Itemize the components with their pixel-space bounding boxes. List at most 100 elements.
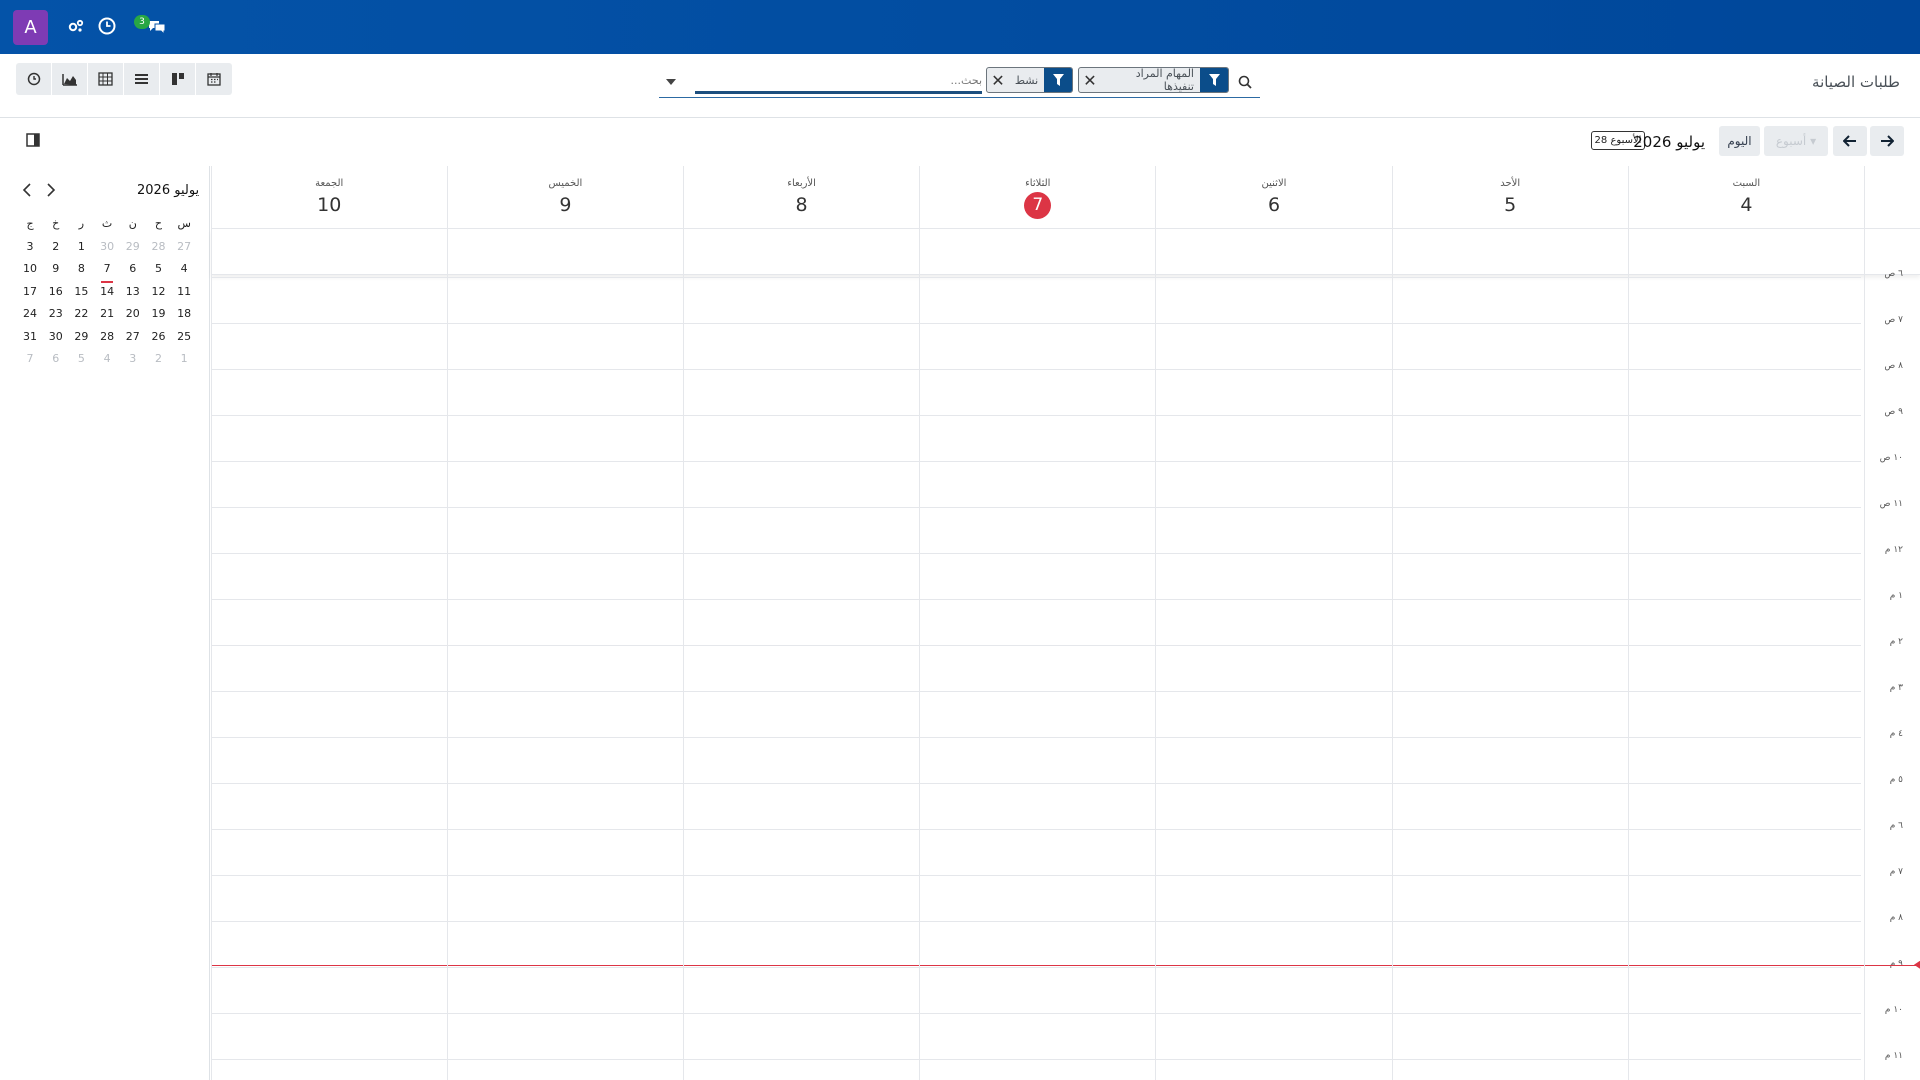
arrow-left-icon: [1843, 135, 1856, 147]
mini-calendar-day[interactable]: 15: [69, 281, 95, 304]
day-header[interactable]: الجمعة 10: [210, 166, 447, 229]
day-name: الجمعة: [315, 178, 344, 189]
mini-calendar-day[interactable]: 13: [120, 281, 146, 304]
scale-dropdown[interactable]: أسبوع ▾: [1764, 126, 1828, 156]
mini-calendar-day[interactable]: 3: [120, 348, 146, 371]
previous-button[interactable]: [1833, 126, 1867, 156]
pivot-view-button[interactable]: [88, 63, 124, 95]
mini-calendar-day[interactable]: 4: [94, 348, 120, 371]
graph-view-button[interactable]: [52, 63, 88, 95]
date-range-label: يوليو 2026: [1633, 133, 1705, 151]
kanban-view-button[interactable]: [160, 63, 196, 95]
calendar-view-button[interactable]: [196, 63, 232, 95]
day-name: الأربعاء: [787, 178, 816, 189]
caret-down-icon: [666, 79, 676, 85]
all-day-row[interactable]: [211, 229, 1920, 275]
facet-remove-button[interactable]: ✕: [987, 68, 1009, 92]
mini-calendar-day[interactable]: 27: [171, 236, 197, 259]
filter-icon: [1044, 68, 1072, 92]
mini-calendar-day[interactable]: 12: [146, 281, 172, 304]
search-input[interactable]: [695, 70, 982, 94]
mini-calendar-day[interactable]: 30: [94, 236, 120, 259]
mini-calendar-selected-day[interactable]: 7: [94, 258, 120, 282]
mini-calendar-day[interactable]: 3: [17, 236, 43, 259]
day-name: الاثنين: [1261, 178, 1287, 189]
hour-line: [211, 1013, 1861, 1014]
mini-calendar-day[interactable]: 9: [43, 258, 69, 281]
weekday-label: ث: [101, 217, 113, 230]
time-grid[interactable]: ٦ ص ٧ ص ٨ ص ٩ ص ١٠ ص ١١ ص ١٢ م ١ م ٢ م ٣ م ٤ م ٥ م ٦…: [211, 269, 1920, 1080]
weekday-label: ر: [78, 217, 85, 230]
hour-label: ٦ ص: [1884, 269, 1903, 279]
facet-label: نشط: [1014, 73, 1039, 87]
mini-calendar-day[interactable]: 2: [146, 348, 172, 371]
mini-calendar-day[interactable]: 1: [69, 236, 95, 259]
day-header[interactable]: الأحد 5: [1391, 166, 1628, 229]
mini-calendar-day[interactable]: 27: [120, 326, 146, 349]
settings-gears-icon[interactable]: [66, 16, 86, 36]
mini-calendar-day[interactable]: 28: [146, 236, 172, 259]
mini-calendar-day[interactable]: 6: [43, 348, 69, 371]
search-icon[interactable]: [1238, 74, 1254, 90]
today-day-number: 7: [1024, 192, 1052, 219]
mini-calendar-day[interactable]: 25: [171, 326, 197, 349]
mini-calendar-day[interactable]: 8: [69, 258, 95, 281]
hour-line: [211, 875, 1861, 876]
next-button[interactable]: [1870, 126, 1904, 156]
hour-label: ١١ ص: [1879, 499, 1903, 509]
app-avatar[interactable]: A: [13, 10, 48, 45]
day-header[interactable]: الخميس 9: [446, 166, 683, 229]
list-view-button[interactable]: [124, 63, 160, 95]
view-switcher: [16, 63, 232, 95]
mini-calendar-day[interactable]: 10: [17, 258, 43, 281]
mini-calendar-day[interactable]: 22: [69, 303, 95, 326]
mini-calendar-day[interactable]: 14: [94, 281, 120, 304]
mini-calendar-day[interactable]: 19: [146, 303, 172, 326]
mini-calendar-prev-button[interactable]: [22, 182, 36, 197]
mini-calendar-day[interactable]: 31: [17, 326, 43, 349]
search-options-toggle[interactable]: [663, 74, 679, 90]
hour-label: ١١ م: [1884, 1051, 1903, 1061]
mini-calendar-day[interactable]: 17: [17, 281, 43, 304]
mini-calendar-day[interactable]: 2: [43, 236, 69, 259]
mini-calendar-day[interactable]: 24: [17, 303, 43, 326]
mini-calendar-day[interactable]: 1: [171, 348, 197, 371]
day-header[interactable]: السبت 4: [1627, 166, 1864, 229]
day-header[interactable]: الاثنين 6: [1155, 166, 1391, 229]
mini-calendar-day[interactable]: 16: [43, 281, 69, 304]
mini-calendar-day[interactable]: 11: [171, 281, 197, 304]
mini-calendar-day[interactable]: 18: [171, 303, 197, 326]
hour-line: [211, 967, 1861, 968]
mini-calendar-week: 27 28 29 30 1 2 3: [17, 236, 197, 259]
chat-icon[interactable]: [147, 16, 167, 36]
mini-calendar-day[interactable]: 6: [120, 258, 146, 281]
mini-calendar-day[interactable]: 5: [69, 348, 95, 371]
mini-calendar-day[interactable]: 26: [146, 326, 172, 349]
mini-calendar-day[interactable]: 7: [17, 348, 43, 371]
hour-line: [211, 829, 1861, 830]
clock-icon[interactable]: [97, 16, 117, 36]
column-divider: [210, 166, 212, 1080]
hour-line: [211, 277, 1861, 278]
today-button[interactable]: اليوم: [1719, 126, 1760, 156]
mini-calendar-day[interactable]: 23: [43, 303, 69, 326]
mini-calendar-day[interactable]: 30: [43, 326, 69, 349]
column-divider: [446, 166, 448, 1080]
mini-calendar-day[interactable]: 5: [146, 258, 172, 281]
sidebar-toggle-icon[interactable]: [26, 132, 42, 148]
mini-calendar-day[interactable]: 21: [94, 303, 120, 326]
mini-calendar-day[interactable]: 28: [94, 326, 120, 349]
mini-calendar-day[interactable]: 20: [120, 303, 146, 326]
hour-label: ٦ م: [1889, 821, 1903, 831]
mini-calendar-next-button[interactable]: [46, 182, 60, 197]
hour-line: [211, 783, 1861, 784]
mini-calendar-day[interactable]: 29: [120, 236, 146, 259]
day-header[interactable]: الثلاثاء 7: [919, 166, 1155, 229]
day-header[interactable]: الأربعاء 8: [683, 166, 919, 229]
mini-calendar-day[interactable]: 29: [69, 326, 95, 349]
mini-calendar-day[interactable]: 4: [171, 258, 197, 281]
activity-view-button[interactable]: [16, 63, 52, 95]
facet-remove-button[interactable]: ✕: [1079, 68, 1101, 92]
control-panel: ✕ نشط ✕ المهام المراد تنفيذها طلبات الصي…: [0, 54, 1920, 118]
page-title: طلبات الصيانة: [1812, 73, 1900, 91]
